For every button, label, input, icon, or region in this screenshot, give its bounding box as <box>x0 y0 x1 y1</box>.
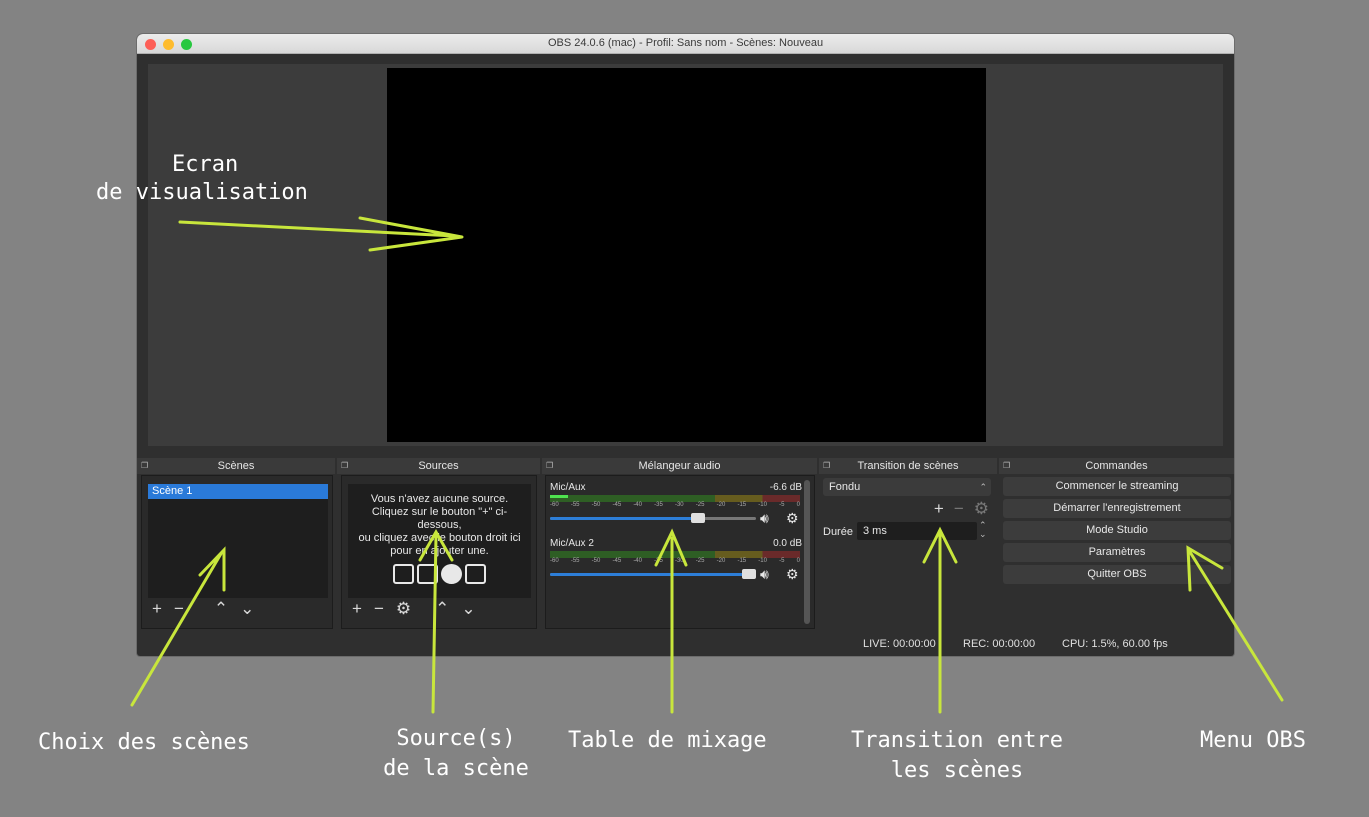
arrow-preview <box>178 216 464 252</box>
arrow-scenes <box>130 546 226 707</box>
annotation-scenes: Choix des scènes <box>38 730 250 755</box>
annotation-transition-1: Transition entre <box>851 728 1063 753</box>
annotation-sources-1: Source(s) <box>396 726 516 751</box>
annotation-preview-1: Ecran <box>172 152 239 177</box>
annotation-arrows <box>130 216 1284 714</box>
annotation-menu: Menu OBS <box>1200 728 1306 753</box>
annotation-transition-2: les scènes <box>890 758 1024 783</box>
annotation-sources-2: de la scène <box>383 756 529 781</box>
arrow-sources <box>418 528 454 714</box>
arrow-mixer <box>654 528 688 714</box>
annotation-mixer: Table de mixage <box>568 728 767 753</box>
annotation-preview-2: de visualisation <box>96 180 308 205</box>
arrow-menu <box>1186 545 1284 702</box>
arrow-transition <box>922 526 958 714</box>
